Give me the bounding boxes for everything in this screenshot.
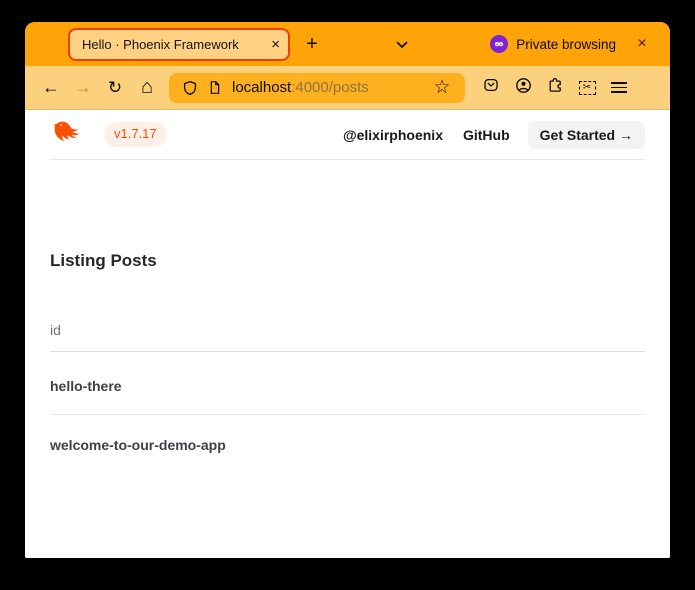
account-icon bbox=[515, 77, 532, 99]
puzzle-icon bbox=[547, 77, 563, 98]
toolbar-right-icons: ✂ bbox=[475, 72, 635, 104]
url-bar[interactable]: localhost:4000/posts ☆ bbox=[169, 73, 465, 103]
nav-link-elixirphoenix[interactable]: @elixirphoenix bbox=[343, 127, 443, 143]
reload-icon: ↻ bbox=[108, 78, 122, 98]
table-row[interactable]: welcome-to-our-demo-app bbox=[50, 415, 645, 473]
screen-background: Hello · Phoenix Framework × + bbox=[0, 0, 695, 590]
star-icon: ☆ bbox=[433, 78, 450, 97]
new-tab-button[interactable]: + bbox=[298, 30, 326, 58]
url-text[interactable]: localhost:4000/posts bbox=[232, 79, 369, 96]
page-title: Listing Posts bbox=[50, 250, 645, 272]
tracking-shield-icon[interactable] bbox=[178, 76, 202, 100]
header-nav: @elixirphoenix GitHub bbox=[343, 127, 510, 143]
tab-hello-phoenix[interactable]: Hello · Phoenix Framework × bbox=[68, 28, 290, 61]
tab-bar: Hello · Phoenix Framework × + bbox=[25, 22, 670, 66]
get-started-button[interactable]: Get Started → bbox=[528, 121, 645, 149]
chevron-down-icon bbox=[396, 37, 408, 52]
account-button[interactable] bbox=[507, 72, 539, 104]
pocket-icon bbox=[483, 77, 499, 98]
home-icon: ⌂ bbox=[141, 76, 153, 99]
forward-button[interactable]: → bbox=[67, 72, 99, 104]
private-mask-icon bbox=[490, 35, 508, 53]
nav-link-github[interactable]: GitHub bbox=[463, 127, 510, 143]
tab-title-fade bbox=[243, 36, 269, 53]
navigation-toolbar: ← → ↻ ⌂ localhost:4000/posts ☆ bbox=[25, 66, 670, 110]
browser-window: Hello · Phoenix Framework × + bbox=[25, 22, 670, 558]
private-browsing-badge: Private browsing bbox=[490, 35, 616, 53]
url-host: localhost bbox=[232, 79, 291, 96]
home-button[interactable]: ⌂ bbox=[131, 72, 163, 104]
site-header: v1.7.17 @elixirphoenix GitHub Get Starte… bbox=[50, 110, 645, 160]
pocket-button[interactable] bbox=[475, 72, 507, 104]
menu-button[interactable] bbox=[603, 72, 635, 104]
table-row[interactable]: hello-there bbox=[50, 352, 645, 415]
version-badge: v1.7.17 bbox=[104, 122, 167, 146]
back-button[interactable]: ← bbox=[35, 72, 67, 104]
page-content: v1.7.17 @elixirphoenix GitHub Get Starte… bbox=[25, 110, 670, 558]
tab-close-icon[interactable]: × bbox=[269, 37, 282, 52]
forward-arrow-icon: → bbox=[74, 77, 92, 98]
tab-title: Hello · Phoenix Framework bbox=[82, 37, 239, 52]
hamburger-menu-icon bbox=[611, 82, 627, 93]
tab-title-wrap: Hello · Phoenix Framework bbox=[82, 36, 269, 53]
private-browsing-label: Private browsing bbox=[516, 37, 616, 52]
tab-list-dropdown-button[interactable] bbox=[388, 30, 416, 58]
scissors-glyph: ✂ bbox=[583, 83, 591, 93]
table-header-id: id bbox=[50, 322, 645, 352]
phoenix-logo bbox=[50, 118, 90, 152]
screenshot-button[interactable]: ✂ bbox=[571, 72, 603, 104]
posts-table: id hello-there welcome-to-our-demo-app bbox=[50, 322, 645, 473]
bookmark-star-button[interactable]: ☆ bbox=[428, 74, 456, 102]
back-arrow-icon: ← bbox=[42, 77, 60, 98]
screenshot-scissors-icon: ✂ bbox=[579, 81, 596, 95]
url-path: :4000/posts bbox=[291, 79, 369, 96]
page-info-icon[interactable] bbox=[202, 76, 226, 100]
extensions-button[interactable] bbox=[539, 72, 571, 104]
window-close-button[interactable]: × bbox=[628, 30, 656, 58]
reload-button[interactable]: ↻ bbox=[99, 72, 131, 104]
